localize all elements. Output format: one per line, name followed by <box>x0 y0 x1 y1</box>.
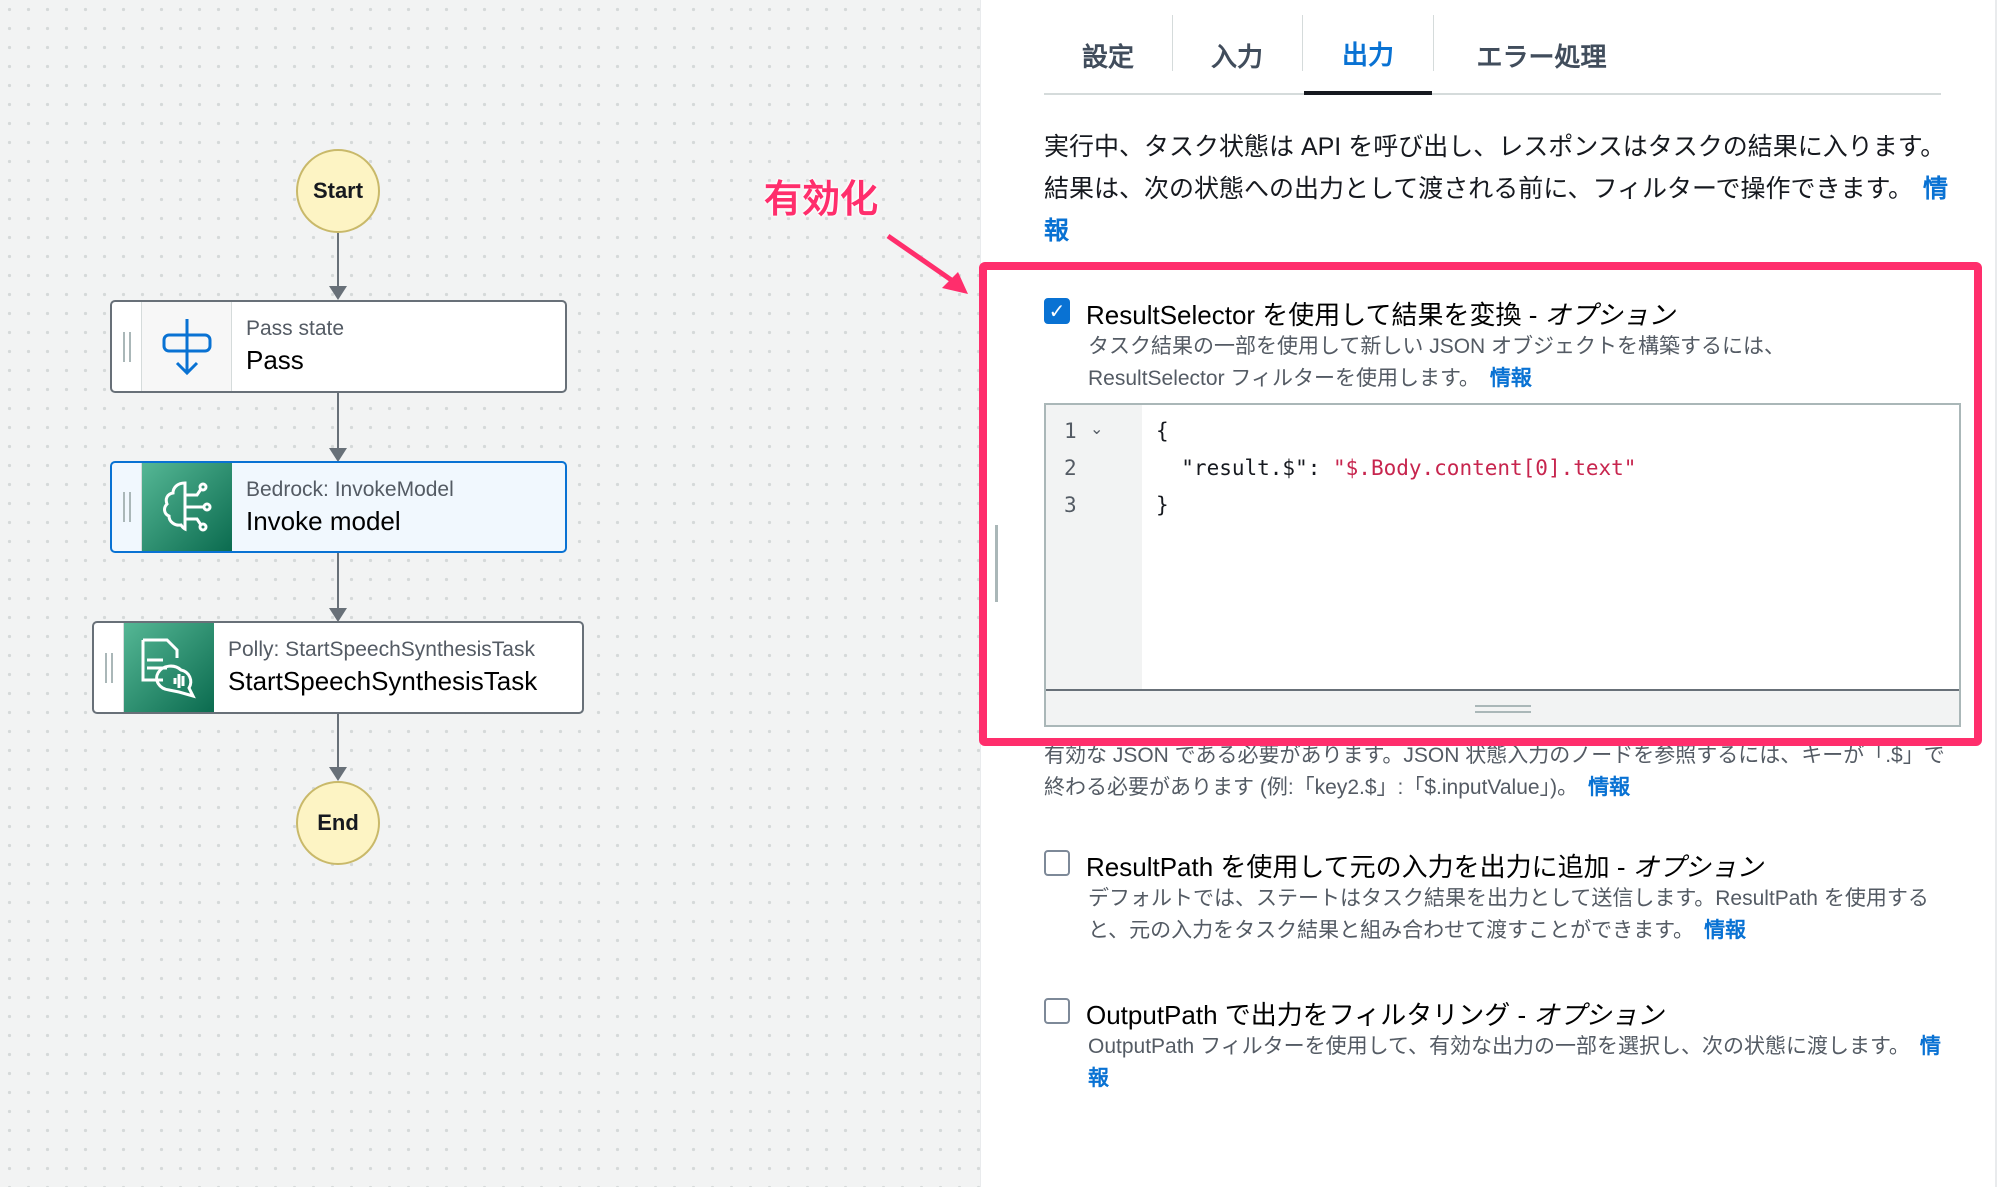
result-path-description: デフォルトでは、ステートはタスク結果を出力として送信します。ResultPath… <box>1088 887 1929 942</box>
annotation-label: 有効化 <box>764 179 879 221</box>
node-name: StartSpeechSynthesisTask <box>228 666 538 696</box>
arrow-head <box>329 767 347 781</box>
line-number: 3 <box>1064 493 1077 517</box>
result-selector-label: ResultSelector を使用して結果を変換 - オプション <box>1086 300 1675 330</box>
resize-grip-icon[interactable] <box>1474 705 1531 713</box>
line-number: 2 <box>1064 456 1077 480</box>
json-help-text: 有効な JSON である必要があります。JSON 状態入力のノードを参照するには… <box>1044 744 1945 799</box>
info-link[interactable]: 情報 <box>1490 367 1532 390</box>
polly-speech-icon <box>124 623 214 712</box>
node-name: Invoke model <box>246 505 401 536</box>
arrow-head <box>329 286 347 300</box>
tab-output[interactable]: 出力 <box>1304 15 1432 95</box>
code-line: "result.$": "$.Body.content[0].text" <box>1156 456 1637 480</box>
arrow-head <box>329 608 347 622</box>
connector <box>337 714 339 769</box>
drag-handle[interactable] <box>112 302 142 391</box>
output-path-description: OutputPath フィルターを使用して、有効な出力の一部を選択し、次の状態に… <box>1088 1035 1941 1090</box>
drag-handle[interactable] <box>94 623 124 712</box>
tab-bar: 設定 入力 出力 エラー処理 <box>1044 0 1941 95</box>
description-text: 実行中、タスク状態は API を呼び出し、レスポンスはタスクの結果に入ります。結… <box>1044 133 1946 203</box>
node-pass[interactable]: Pass state Pass <box>110 300 567 393</box>
node-name: Pass <box>246 345 304 375</box>
tab-input[interactable]: 入力 <box>1173 15 1301 95</box>
drag-handle[interactable] <box>112 463 142 551</box>
arrow-head <box>329 448 347 462</box>
tab-divider <box>1302 15 1303 71</box>
node-type: Polly: StartSpeechSynthesisTask <box>228 638 535 661</box>
bedrock-brain-icon <box>142 463 232 551</box>
connector <box>337 393 339 450</box>
info-link[interactable]: 情報 <box>1588 776 1630 799</box>
result-selector-checkbox[interactable]: ✓ <box>1044 298 1070 324</box>
start-node[interactable]: Start <box>296 149 380 233</box>
output-path-checkbox[interactable] <box>1044 998 1070 1024</box>
node-start-speech-synthesis[interactable]: Polly: StartSpeechSynthesisTask StartSpee… <box>92 621 584 714</box>
connector <box>337 233 339 288</box>
annotation-arrow <box>886 233 968 294</box>
tab-divider <box>1433 15 1434 71</box>
node-invoke-model[interactable]: Bedrock: InvokeModel Invoke model <box>110 461 567 553</box>
line-number: 1 <box>1064 419 1077 443</box>
pass-state-icon <box>142 302 232 391</box>
output-path-label: OutputPath で出力をフィルタリング - オプション <box>1086 1000 1664 1030</box>
connector <box>337 553 339 610</box>
inspector-panel: 設定 入力 出力 エラー処理 実行中、タスク状態は API を呼び出し、レスポン… <box>980 0 1997 1187</box>
result-selector-description: タスク結果の一部を使用して新しい JSON オブジェクトを構築するには、Resu… <box>1088 335 1786 390</box>
code-line: { <box>1156 419 1169 443</box>
result-path-checkbox[interactable] <box>1044 850 1070 876</box>
editor-resize-bar[interactable] <box>1046 689 1959 725</box>
tab-error-handling[interactable]: エラー処理 <box>1444 15 1639 95</box>
node-type: Bedrock: InvokeModel <box>246 477 454 501</box>
node-type: Pass state <box>246 317 345 340</box>
tab-settings[interactable]: 設定 <box>1044 15 1172 95</box>
fold-chevron-icon[interactable]: ⌄ <box>1090 419 1103 439</box>
workflow-canvas[interactable]: Start Pass state Pass Bedrock: InvokeMode… <box>0 0 980 1187</box>
result-path-label: ResultPath を使用して元の入力を出力に追加 - オプション <box>1086 852 1763 882</box>
result-selector-code-editor[interactable]: 1 ⌄ 2 3 { "result.$": "$.Body.content[0]… <box>1044 403 1961 727</box>
info-link[interactable]: 情報 <box>1704 919 1746 942</box>
code-line: } <box>1156 493 1169 517</box>
panel-resize-handle[interactable] <box>995 525 998 602</box>
editor-gutter: 1 ⌄ 2 3 <box>1046 405 1142 689</box>
output-description: 実行中、タスク状態は API を呼び出し、レスポンスはタスクの結果に入ります。結… <box>1044 126 1949 252</box>
end-node[interactable]: End <box>296 781 380 865</box>
